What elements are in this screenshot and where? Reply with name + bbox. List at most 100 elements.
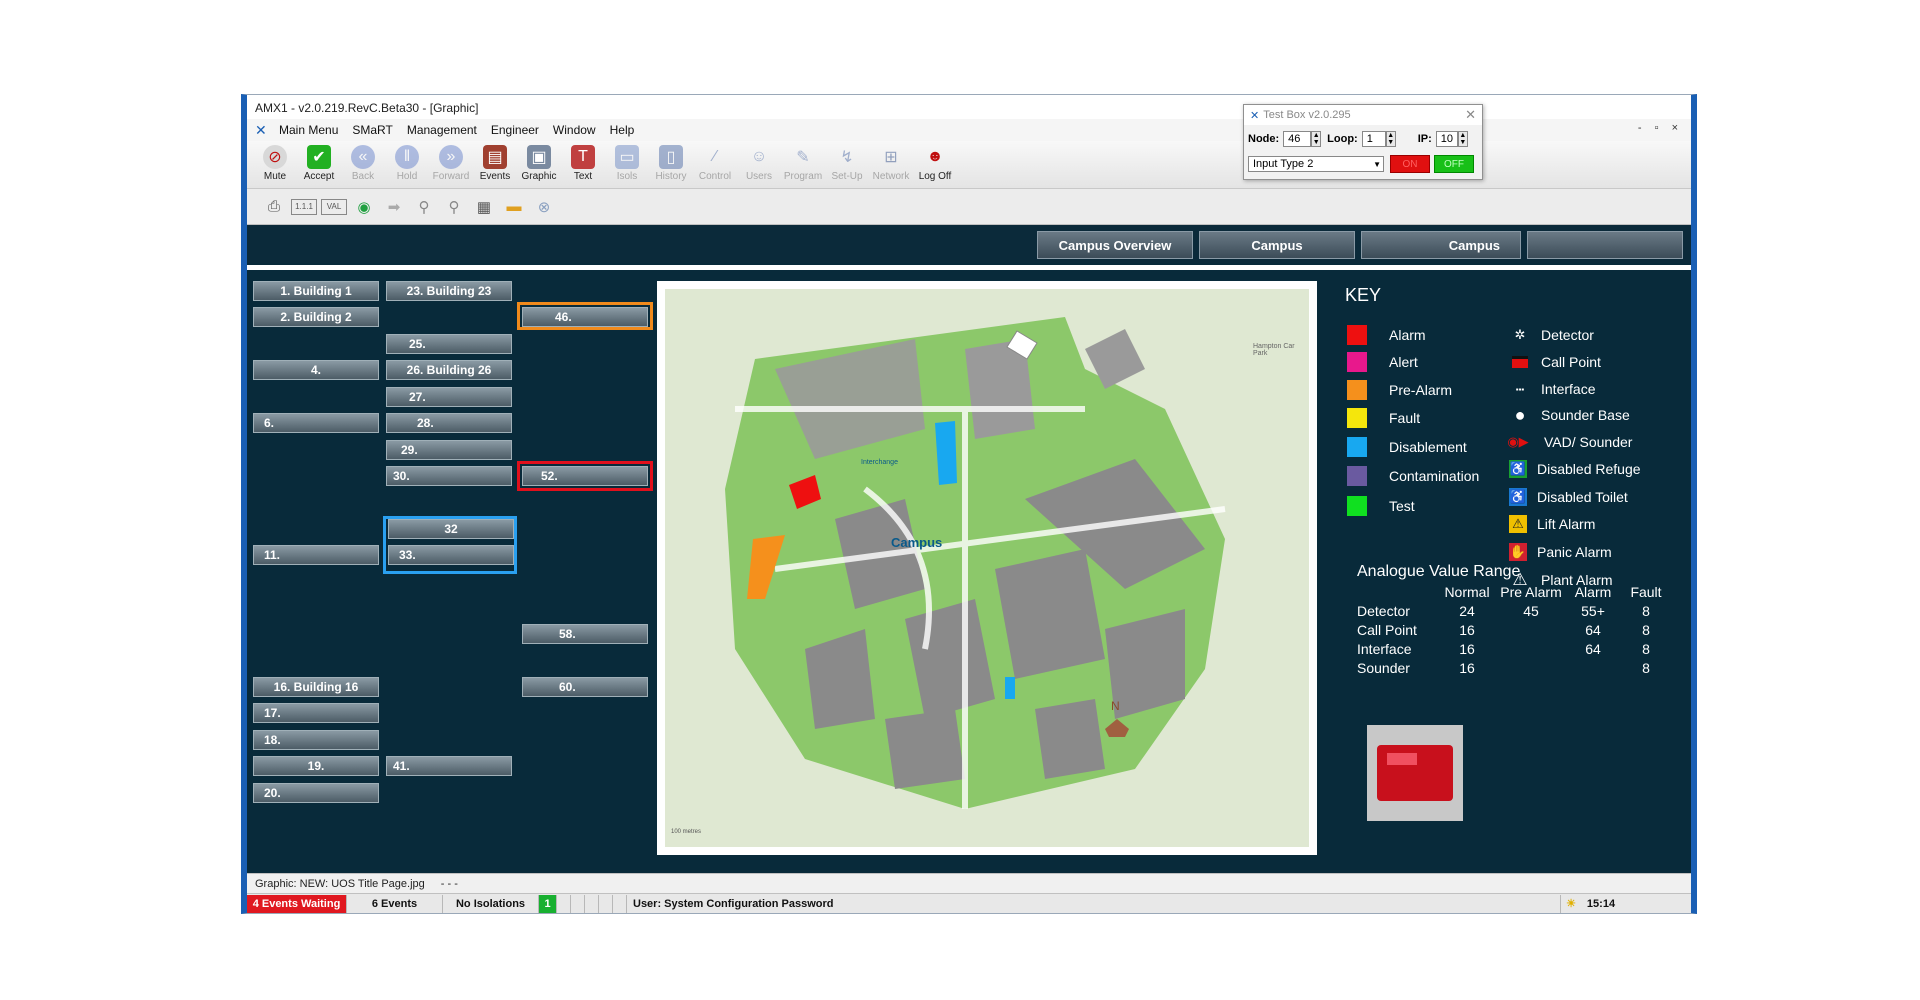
refresh-icon[interactable]: ◉	[351, 195, 377, 219]
on-button[interactable]: ON	[1390, 155, 1430, 173]
accept-icon: ✔	[307, 145, 331, 169]
key-disabled-refuge: ♿ Disabled Refuge	[1509, 460, 1641, 478]
building-11-button[interactable]: 11.	[253, 545, 379, 565]
clock: 15:14	[1586, 897, 1616, 910]
menu-engineer[interactable]: Engineer	[491, 123, 539, 137]
node-input[interactable]: 46	[1283, 131, 1312, 147]
isolations-status[interactable]: No Isolations	[443, 894, 539, 913]
building-4-button[interactable]: 4.	[253, 360, 379, 380]
input-type-select[interactable]: Input Type 2 ▼	[1248, 156, 1384, 172]
events-waiting-badge[interactable]: 4 Events Waiting	[247, 894, 347, 913]
isols-button[interactable]: ▭ Isols	[605, 141, 649, 187]
campus-map[interactable]: Campus Interchange Hampton Car Park N 10…	[657, 281, 1317, 855]
building-17-button[interactable]: 17.	[253, 703, 379, 723]
menu-main[interactable]: Main Menu	[279, 123, 338, 137]
close-icon[interactable]: ✕	[1465, 107, 1476, 123]
events-button[interactable]: ▤ Events	[473, 141, 517, 187]
building-26-button[interactable]: 26. Building 26	[386, 360, 512, 380]
building-19-button[interactable]: 19.	[253, 756, 379, 776]
building-27-button[interactable]: 27.	[386, 387, 512, 407]
building-23-button[interactable]: 23. Building 23	[386, 281, 512, 301]
ip-label: IP:	[1417, 133, 1432, 145]
program-button[interactable]: ✎ Program	[781, 141, 825, 187]
nav-blank[interactable]	[1527, 231, 1683, 259]
control-button[interactable]: ⁄ Control	[693, 141, 737, 187]
building-32-button[interactable]: 32	[388, 519, 514, 539]
building-25-button[interactable]: 25.	[386, 334, 512, 354]
zoom-in-icon[interactable]: ⚲	[411, 195, 437, 219]
menu-smart[interactable]: SMaRT	[352, 123, 392, 137]
loop-input[interactable]: 1	[1361, 131, 1386, 147]
building-60-button[interactable]: 60.	[522, 677, 648, 697]
map-label-campus: Campus	[891, 535, 943, 550]
nav-campus-overview[interactable]: Campus Overview	[1037, 231, 1193, 259]
value-view-icon[interactable]: VAL	[321, 198, 347, 215]
building-28-button[interactable]: 28.	[386, 413, 512, 433]
building-33-button[interactable]: 33.	[388, 545, 514, 565]
building-16-button[interactable]: 16. Building 16	[253, 677, 379, 697]
loop-view-icon[interactable]: 1.1.1	[291, 198, 317, 215]
node-label: Node:	[1248, 133, 1280, 145]
setup-button[interactable]: ↯ Set-Up	[825, 141, 869, 187]
building-41-button[interactable]: 41.	[386, 756, 512, 776]
building-18-button[interactable]: 18.	[253, 730, 379, 750]
nav-campus-1[interactable]: Campus	[1199, 231, 1355, 259]
logoff-button[interactable]: ☻ Log Off	[913, 141, 957, 187]
building-20-button[interactable]: 20.	[253, 783, 379, 803]
menu-management[interactable]: Management	[407, 123, 477, 137]
network-button[interactable]: ⊞ Network	[869, 141, 913, 187]
forward-button[interactable]: » Forward	[429, 141, 473, 187]
nav-campus-2[interactable]: Campus	[1361, 231, 1521, 259]
fire-panel-image[interactable]	[1367, 725, 1463, 821]
north-arrow-icon: N	[1111, 699, 1120, 713]
key-label: Interface	[1541, 381, 1596, 397]
building-58-button[interactable]: 58.	[522, 624, 648, 644]
users-button[interactable]: ☺ Users	[737, 141, 781, 187]
avr-row: Interface 16 64 8	[1357, 640, 1671, 659]
users-icon: ☺	[750, 148, 768, 165]
node-spinner[interactable]: ▲ ▼	[1311, 131, 1322, 147]
graphic-button[interactable]: ▣ Graphic	[517, 141, 561, 187]
isols-icon: ▭	[615, 145, 639, 169]
zoom-out-icon[interactable]: ⚲	[441, 195, 467, 219]
building-52-button[interactable]: 52.	[522, 466, 648, 486]
key-label: Disabled Toilet	[1537, 489, 1628, 505]
building-1-button[interactable]: 1. Building 1	[253, 281, 379, 301]
nav-forward-icon[interactable]: ➡	[381, 195, 407, 219]
status-slot	[599, 894, 613, 913]
ip-spinner[interactable]: ▲ ▼	[1457, 131, 1468, 147]
print-icon[interactable]: ⎙	[261, 195, 287, 219]
avr-cell: 8	[1642, 641, 1650, 657]
ip-input[interactable]: 10	[1435, 131, 1458, 147]
folder-icon[interactable]: ▬	[501, 195, 527, 219]
history-button[interactable]: ▯ History	[649, 141, 693, 187]
building-30-button[interactable]: 30.	[386, 466, 512, 486]
loop-spinner[interactable]: ▲ ▼	[1385, 131, 1396, 147]
key-lift-alarm: ⚠ Lift Alarm	[1509, 515, 1595, 533]
key-label: Disablement	[1389, 439, 1467, 455]
menu-help[interactable]: Help	[610, 123, 635, 137]
events-count[interactable]: 6 Events	[347, 894, 443, 913]
window-controls[interactable]: - ▫ ×	[1638, 122, 1683, 134]
graphic-filename: Graphic: NEW: UOS Title Page.jpg	[255, 877, 425, 890]
input-type-value: Input Type 2	[1253, 158, 1314, 170]
menu-window[interactable]: Window	[553, 123, 596, 137]
avr-cell: Interface	[1357, 641, 1412, 657]
off-button[interactable]: OFF	[1434, 155, 1474, 173]
accept-button[interactable]: ✔ Accept	[297, 141, 341, 187]
text-button[interactable]: T Text	[561, 141, 605, 187]
control-icon: ⁄	[713, 148, 717, 165]
key-call-point: Call Point	[1509, 352, 1601, 372]
avr-cell: 45	[1523, 603, 1539, 619]
back-label: Back	[351, 171, 375, 182]
building-29-button[interactable]: 29.	[386, 440, 512, 460]
back-button[interactable]: « Back	[341, 141, 385, 187]
page-icon[interactable]: ▦	[471, 195, 497, 219]
building-2-button[interactable]: 2. Building 2	[253, 307, 379, 327]
building-6-button[interactable]: 6.	[253, 413, 379, 433]
mute-button[interactable]: ⊘ Mute	[253, 141, 297, 187]
building-46-button[interactable]: 46.	[522, 307, 648, 327]
close-view-icon[interactable]: ⊗	[531, 195, 557, 219]
hold-button[interactable]: ‖ Hold	[385, 141, 429, 187]
avr-cell: 8	[1642, 622, 1650, 638]
